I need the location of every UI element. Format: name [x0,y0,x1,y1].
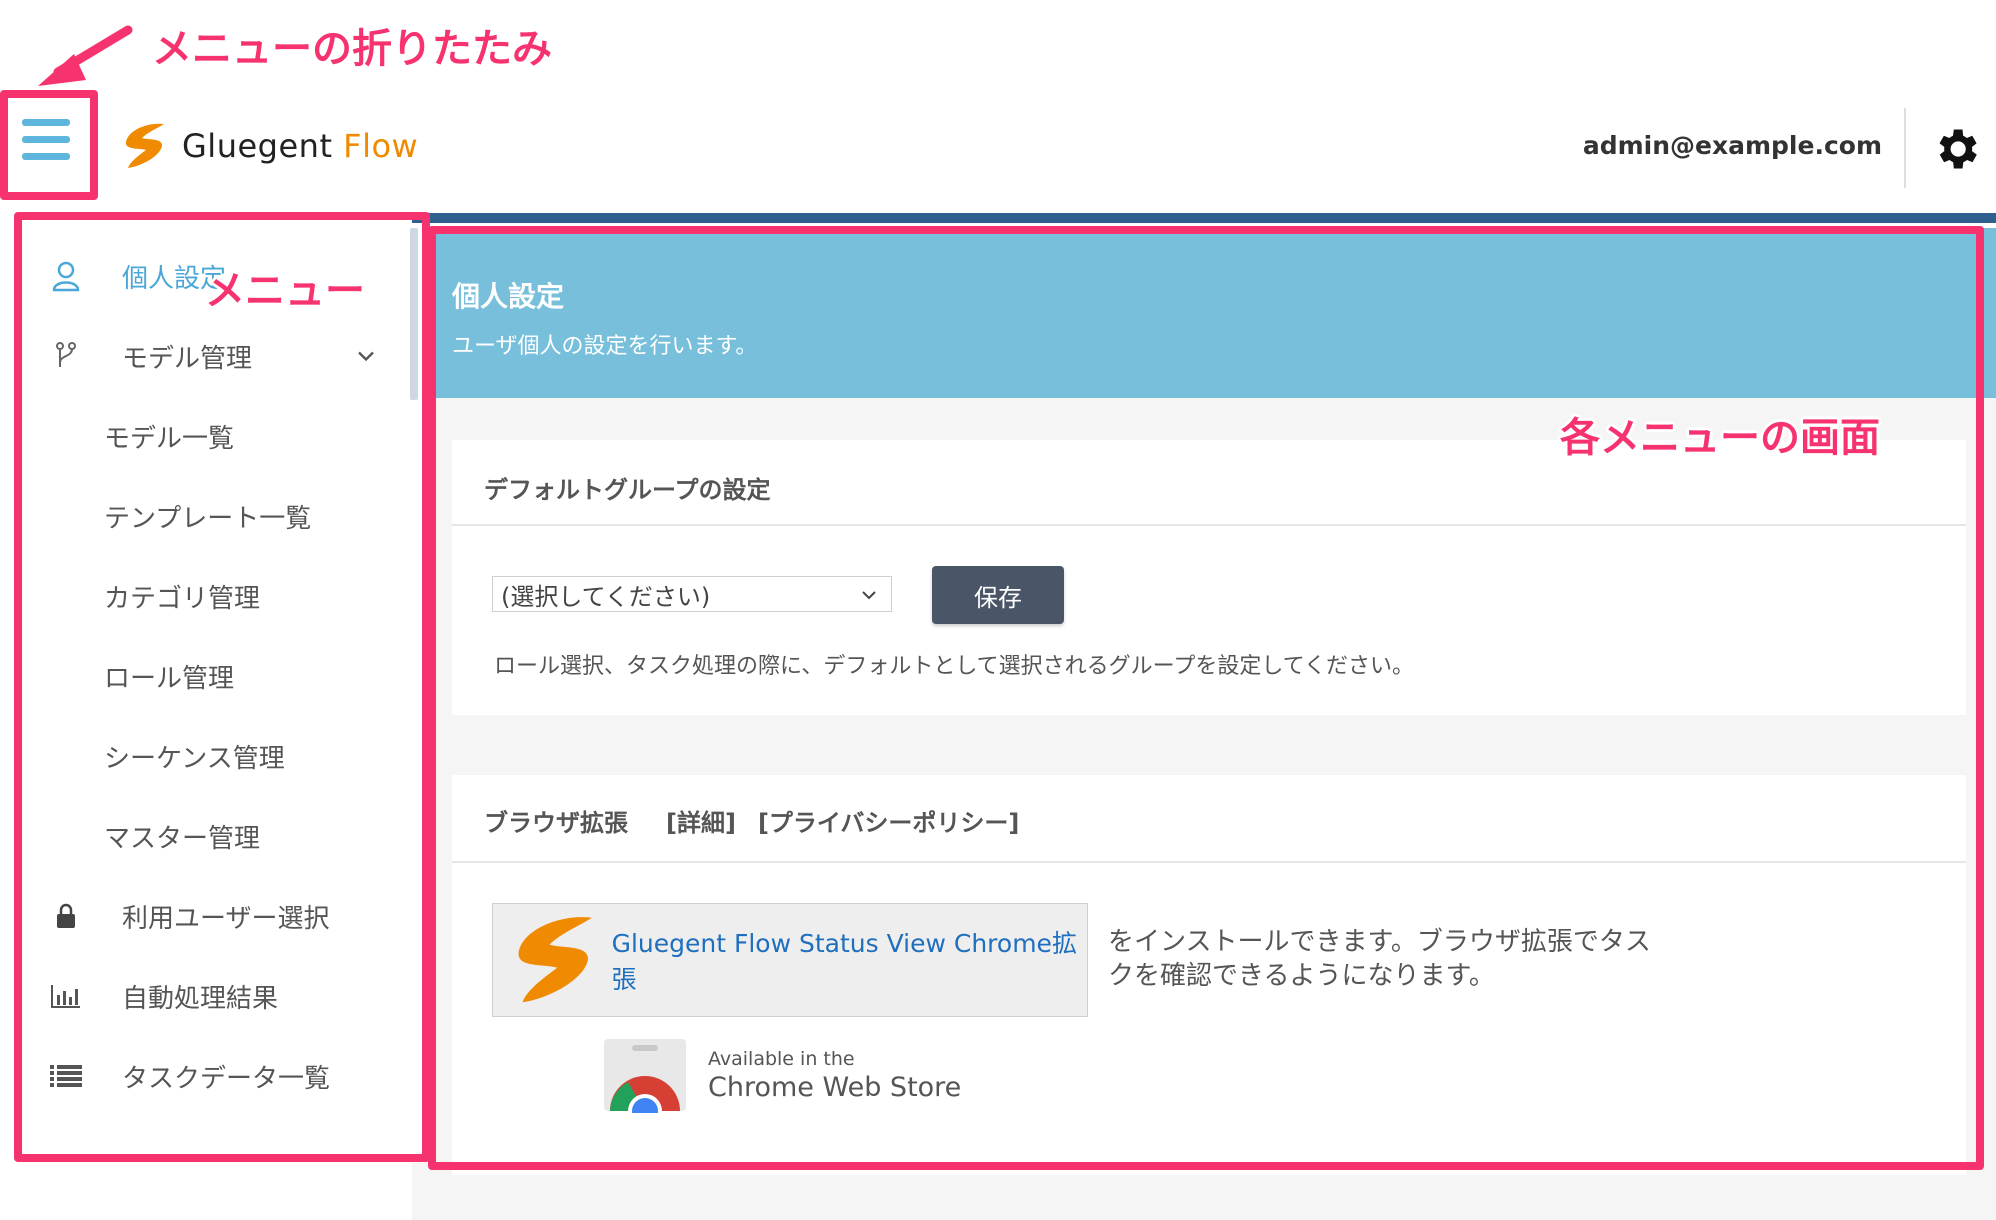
annotation-box-menu-collapse [0,90,98,200]
logo-name: Gluegent [182,127,333,165]
annotation-label-menu-collapse: メニューの折りたたみ [152,26,552,72]
user-email[interactable]: admin@example.com [1583,131,1882,160]
sidebar-footer [412,1163,422,1220]
app-logo[interactable]: Gluegent Flow [118,118,418,174]
annotation-box-menu [14,212,430,1162]
header-divider [1904,108,1906,188]
header-strip [412,213,1996,223]
annotation-box-screen [428,226,1984,1170]
arrow-icon [38,25,133,86]
annotation-label-menu: メニュー [205,268,365,314]
gear-icon[interactable] [1930,123,1982,175]
logo-product: Flow [343,127,419,165]
annotation-label-screen: 各メニューの画面 [1560,415,1880,461]
logo-icon [125,123,164,168]
